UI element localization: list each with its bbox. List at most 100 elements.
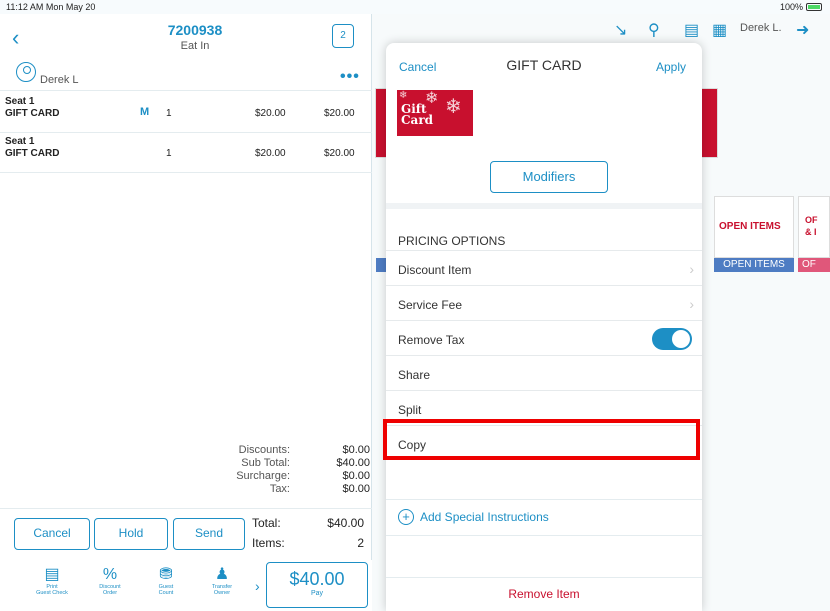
- modal-apply-button[interactable]: Apply: [656, 60, 686, 74]
- item-qty: 1: [166, 148, 172, 159]
- option-label: Remove Tax: [398, 333, 465, 347]
- total-label: Total:: [252, 516, 281, 530]
- transfer-icon: ♟: [214, 566, 230, 583]
- order-panel: ‹ 7200938 Eat In 2 Derek L ••• Seat 1 GI…: [0, 14, 372, 611]
- pay-amount: $40.00: [289, 569, 345, 589]
- profile-card-icon[interactable]: ▦: [712, 20, 727, 40]
- collapse-icon[interactable]: ↘: [614, 20, 627, 40]
- surcharge-label: Surcharge:: [236, 470, 290, 482]
- item-qty: 1: [166, 108, 172, 119]
- item-name: GIFT CARD: [5, 108, 60, 119]
- document-icon[interactable]: ▤: [684, 20, 699, 40]
- guest-icon: ⛃: [159, 566, 173, 583]
- item-name: GIFT CARD: [5, 148, 60, 159]
- divider: [386, 535, 702, 536]
- order-line-item[interactable]: Seat 1 GIFT CARD M 1 $20.00 $20.00: [0, 92, 372, 132]
- order-type[interactable]: Eat In: [150, 40, 240, 52]
- more-icon[interactable]: •••: [340, 68, 360, 86]
- status-time: 11:12 AM Mon May 20: [6, 2, 96, 12]
- remove-item-button[interactable]: Remove Item: [386, 587, 702, 601]
- option-service-fee[interactable]: Service Fee ›: [386, 286, 702, 321]
- item-extended: $20.00: [324, 148, 355, 159]
- percent-icon: %: [102, 566, 118, 583]
- surcharge-value: $0.00: [342, 470, 370, 482]
- server-name: Derek L: [40, 74, 79, 86]
- tile-partial-label[interactable]: OF: [798, 258, 830, 272]
- snowflake-icon: ❄: [399, 90, 408, 101]
- divider: [0, 172, 372, 173]
- tax-value: $0.00: [342, 483, 370, 495]
- divider: [0, 508, 372, 509]
- items-label: Items:: [252, 536, 285, 550]
- battery-percent: 100%: [779, 2, 803, 12]
- order-line-item[interactable]: Seat 1 GIFT CARD 1 $20.00 $20.00: [0, 132, 372, 172]
- option-label: Service Fee: [398, 298, 463, 312]
- battery-status: 100%: [780, 2, 822, 12]
- order-number: 7200938: [167, 22, 223, 38]
- option-label: Share: [398, 368, 431, 382]
- remove-tax-toggle[interactable]: [652, 328, 692, 350]
- battery-icon: [806, 3, 822, 11]
- open-items-tile[interactable]: OPEN ITEMS: [714, 196, 794, 258]
- print-icon: ▤: [44, 566, 60, 583]
- totals-summary: Discounts: $0.00 Sub Total: $40.00 Surchar…: [200, 444, 370, 496]
- discounts-label: Discounts:: [238, 444, 290, 456]
- snowflake-icon: ❄: [445, 96, 462, 118]
- modifier-indicator: M: [140, 106, 150, 118]
- cancel-button[interactable]: Cancel: [14, 518, 90, 550]
- tile-partial-text: OF: [805, 215, 818, 225]
- subtotal-value: $40.00: [336, 457, 370, 469]
- top-user-name[interactable]: Derek L.: [740, 22, 782, 34]
- print-label: Print Guest Check: [36, 584, 68, 596]
- chevron-right-icon: ›: [689, 261, 694, 277]
- divider: [386, 577, 702, 578]
- menu-tile[interactable]: OF & I: [798, 196, 830, 258]
- guest-count-icon[interactable]: 2: [332, 24, 354, 48]
- transfer-owner-button[interactable]: ♟ Transfer Owner: [200, 566, 244, 596]
- option-copy[interactable]: Copy: [386, 426, 702, 461]
- modal-cancel-button[interactable]: Cancel: [399, 60, 436, 74]
- chevron-right-icon: ›: [689, 296, 694, 312]
- tile-partial-text-2: & I: [805, 227, 817, 237]
- item-price: $20.00: [255, 148, 286, 159]
- divider: [386, 499, 702, 500]
- back-icon[interactable]: ‹: [12, 27, 26, 49]
- user-icon: [16, 62, 36, 82]
- grand-total: Total: $40.00 Items: 2: [252, 516, 364, 556]
- chevron-right-icon[interactable]: ›: [255, 578, 260, 594]
- gift-card-image: ❄ ❄ ❄ Gift Card: [397, 90, 473, 136]
- item-extended: $20.00: [324, 108, 355, 119]
- item-options-modal: Cancel GIFT CARD Apply ❄ ❄ ❄ Gift Card Mo…: [386, 43, 702, 611]
- discount-order-button[interactable]: % Discount Order: [88, 566, 132, 596]
- print-guest-check-button[interactable]: ▤ Print Guest Check: [30, 566, 74, 596]
- option-label: Split: [398, 403, 422, 417]
- option-label: Discount Item: [398, 263, 472, 277]
- status-bar: 11:12 AM Mon May 20 100%: [0, 0, 830, 14]
- guest-count-label: Guest Count: [158, 584, 174, 596]
- pay-label: Pay: [310, 590, 324, 597]
- option-split[interactable]: Split: [386, 391, 702, 426]
- modifiers-button[interactable]: Modifiers: [490, 161, 608, 193]
- item-price: $20.00: [255, 108, 286, 119]
- section-label: PRICING OPTIONS: [398, 234, 506, 248]
- option-label: Copy: [398, 438, 427, 452]
- transfer-label: Transfer Owner: [211, 584, 233, 596]
- card-text: Card: [401, 113, 434, 127]
- open-items-label[interactable]: OPEN ITEMS: [714, 258, 794, 272]
- option-discount-item[interactable]: Discount Item ›: [386, 251, 702, 286]
- logout-icon[interactable]: ➜: [796, 20, 809, 40]
- divider: [0, 90, 372, 91]
- pricing-options-header: PRICING OPTIONS: [386, 216, 702, 251]
- pay-button[interactable]: $40.00 Pay: [266, 562, 368, 608]
- search-icon[interactable]: ⚲: [648, 20, 660, 40]
- items-value: 2: [357, 536, 364, 550]
- add-special-instructions-button[interactable]: + Add Special Instructions: [398, 509, 549, 525]
- hold-button[interactable]: Hold: [94, 518, 168, 550]
- guest-count-button[interactable]: ⛃ Guest Count: [144, 566, 188, 596]
- menu-tile[interactable]: [700, 88, 718, 158]
- seat-label: Seat 1: [5, 96, 35, 107]
- special-instructions-label: Add Special Instructions: [420, 510, 549, 524]
- option-remove-tax: Remove Tax: [386, 321, 702, 356]
- send-button[interactable]: Send: [173, 518, 245, 550]
- option-share[interactable]: Share: [386, 356, 702, 391]
